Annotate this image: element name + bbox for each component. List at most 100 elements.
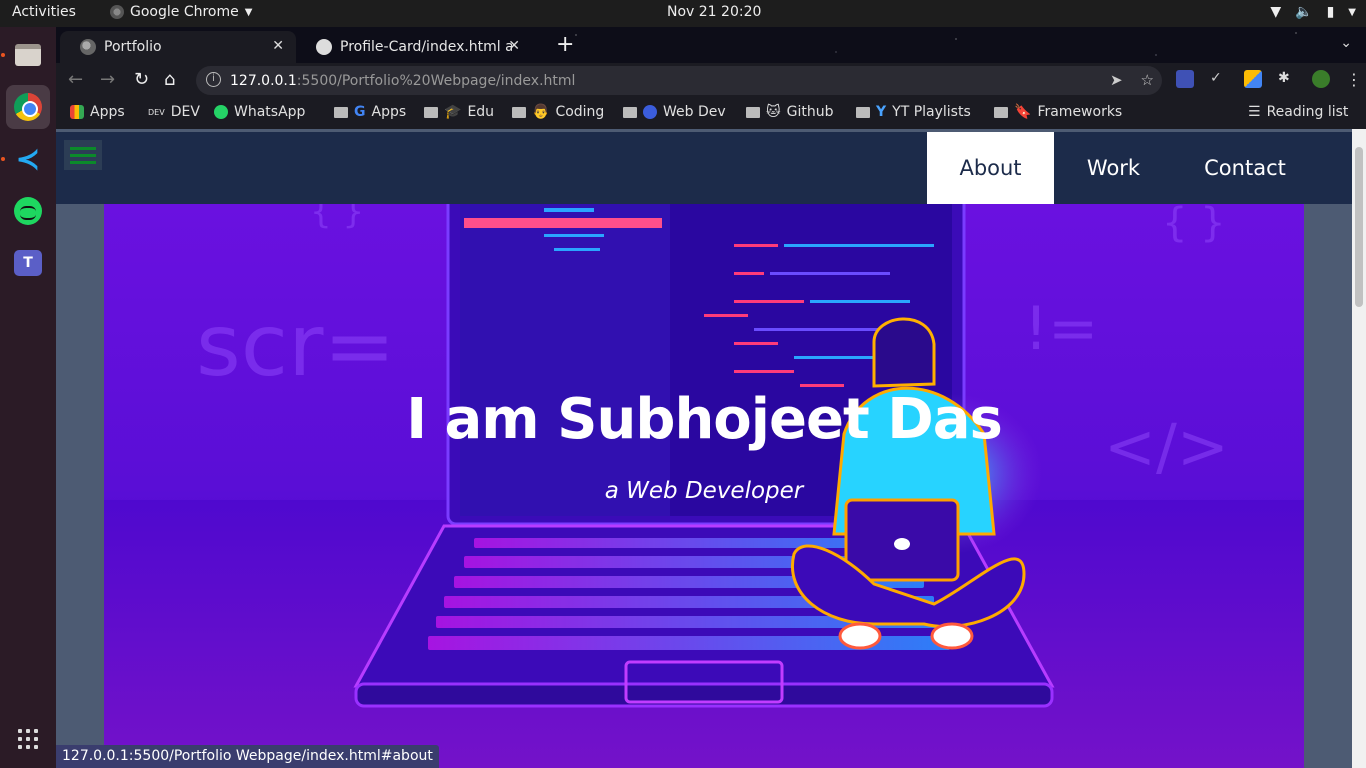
github-icon [316, 39, 332, 55]
puzzle-icon[interactable]: ✱ [1278, 70, 1296, 88]
vscode-launcher[interactable]: ≺ [6, 137, 50, 181]
hamburger-menu-icon[interactable] [64, 140, 102, 170]
apps-grid-icon [18, 729, 38, 749]
scrollbar-thumb[interactable] [1355, 147, 1363, 307]
nav-link-work[interactable]: Work [1054, 132, 1173, 204]
hero-section: scr= </> != { } { } I am Subhojeet Das a… [104, 204, 1304, 768]
reading-list-label: Reading list [1266, 104, 1349, 120]
teams-launcher[interactable]: T [6, 241, 50, 285]
folder-icon [994, 106, 1008, 118]
bookmark-label: Apps [371, 104, 407, 120]
battery-icon: ▮ [1326, 4, 1335, 20]
chevron-down-icon: ▼ [244, 6, 253, 18]
bookmarks-bar: Apps DEV DEV WhatsApp G Apps 🎓 Edu 👨 Cod… [56, 97, 1366, 129]
files-launcher[interactable] [6, 33, 50, 77]
app-menu-label: Google Chrome [130, 4, 239, 20]
nav-link-contact[interactable]: Contact [1183, 132, 1307, 204]
spotify-launcher[interactable] [6, 189, 50, 233]
reload-button[interactable]: ↻ [134, 69, 149, 90]
folder-icon [424, 106, 438, 118]
home-button[interactable]: ⌂ [164, 69, 175, 90]
bookmark-label: Coding [555, 104, 605, 120]
bookmark-label: Web Dev [663, 104, 726, 120]
page-viewport: About Work Contact scr= </> != {} {} I… [56, 129, 1352, 768]
back-button[interactable]: ← [68, 69, 83, 90]
bookmark-coding[interactable]: 👨 Coding [512, 104, 604, 120]
extensions-area: ✓ ✱ ⋮ [1176, 70, 1364, 89]
star-icon[interactable]: ☆ [1141, 71, 1154, 89]
check-icon[interactable]: ✓ [1210, 70, 1228, 88]
forward-button[interactable]: → [100, 69, 115, 90]
kebab-menu-icon[interactable]: ⋮ [1346, 70, 1364, 89]
hero-subtitle: a Web Developer [604, 478, 804, 504]
extension-icon[interactable] [1244, 70, 1262, 88]
folder-icon [512, 106, 526, 118]
folder-icon [856, 106, 870, 118]
bookmark-github[interactable]: 🐱 Github [746, 104, 833, 120]
site-navbar: About Work Contact [56, 132, 1352, 204]
link-status-bubble: 127.0.0.1:5500/Portfolio Webpage/index.h… [56, 745, 439, 768]
system-tray[interactable]: ▼ 🔈 ▮ ▼ [1270, 4, 1356, 20]
bookmark-label: Apps [90, 104, 125, 120]
profile-avatar[interactable] [1312, 70, 1330, 88]
graduation-cap-icon: 🎓 [444, 104, 462, 120]
info-icon[interactable]: i [206, 72, 221, 87]
tab-portfolio[interactable]: Portfolio ✕ [60, 31, 296, 63]
whatsapp-icon [214, 105, 228, 119]
hero-title: I am Subhojeet Das [406, 387, 1003, 452]
page-scrollbar[interactable] [1352, 129, 1366, 768]
running-indicator [1, 157, 5, 161]
bookmark-pin-icon: 🔖 [1014, 104, 1032, 120]
folder-icon [746, 106, 760, 118]
close-icon[interactable]: ✕ [508, 38, 520, 54]
clock[interactable]: Nov 21 20:20 [667, 4, 761, 20]
close-icon[interactable]: ✕ [272, 38, 284, 54]
nav-link-about[interactable]: About [927, 132, 1054, 204]
tab-title: Profile-Card/index.html a [340, 39, 512, 55]
spotify-icon [14, 197, 42, 225]
app-menu[interactable]: Google Chrome ▼ [110, 4, 252, 20]
github-icon: 🐱 [766, 104, 781, 120]
bookmark-label: Frameworks [1037, 104, 1123, 120]
reading-list-icon: ☰ [1248, 104, 1261, 120]
tab-strip: Portfolio ✕ Profile-Card/index.html a ✕ … [56, 27, 1366, 63]
bookmark-label: YT Playlists [892, 104, 971, 120]
globe-icon [643, 105, 657, 119]
new-tab-button[interactable]: + [556, 32, 574, 57]
globe-icon [80, 39, 96, 55]
send-icon[interactable]: ➤ [1110, 71, 1123, 89]
chrome-launcher[interactable] [6, 85, 50, 129]
teams-icon: T [14, 250, 42, 276]
vscode-icon: ≺ [15, 141, 41, 177]
system-top-bar: Activities Google Chrome ▼ Nov 21 20:20 … [0, 0, 1366, 27]
folder-icon [623, 106, 637, 118]
url-path: :5500/Portfolio%20Webpage/index.html [296, 72, 576, 89]
reading-list-button[interactable]: ☰ Reading list [1248, 104, 1348, 120]
chevron-down-icon: ▼ [1348, 6, 1356, 18]
url-host: 127.0.0.1 [230, 72, 297, 89]
bookmark-frameworks[interactable]: 🔖 Frameworks [994, 104, 1122, 120]
bookmark-label: Github [786, 104, 834, 120]
bookmark-dev[interactable]: DEV DEV [148, 104, 200, 120]
extension-icon[interactable] [1176, 70, 1194, 88]
bookmark-apps[interactable]: Apps [70, 104, 125, 120]
bookmark-label: Edu [467, 104, 495, 120]
tab-profile-card[interactable]: Profile-Card/index.html a ✕ [296, 31, 532, 63]
google-icon: G [354, 104, 366, 120]
y-icon: Y [876, 104, 887, 120]
bookmark-label: WhatsApp [234, 104, 306, 120]
bookmark-web-dev[interactable]: Web Dev [623, 104, 726, 120]
dock: ≺ T [0, 27, 56, 768]
activities-button[interactable]: Activities [12, 4, 76, 20]
bookmark-whatsapp[interactable]: WhatsApp [214, 104, 305, 120]
deco-text: { } [310, 204, 365, 232]
bookmark-yt-playlists[interactable]: Y YT Playlists [856, 104, 971, 120]
wifi-icon: ▼ [1270, 4, 1282, 20]
show-applications-button[interactable] [6, 717, 50, 761]
bookmark-edu[interactable]: 🎓 Edu [424, 104, 494, 120]
tab-search-button[interactable]: ⌄ [1340, 35, 1352, 51]
bookmark-google-apps[interactable]: G Apps [334, 104, 406, 120]
address-bar[interactable]: i 127.0.0.1:5500/Portfolio%20Webpage/ind… [196, 66, 1162, 95]
chrome-icon [110, 5, 124, 19]
files-icon [15, 44, 41, 66]
